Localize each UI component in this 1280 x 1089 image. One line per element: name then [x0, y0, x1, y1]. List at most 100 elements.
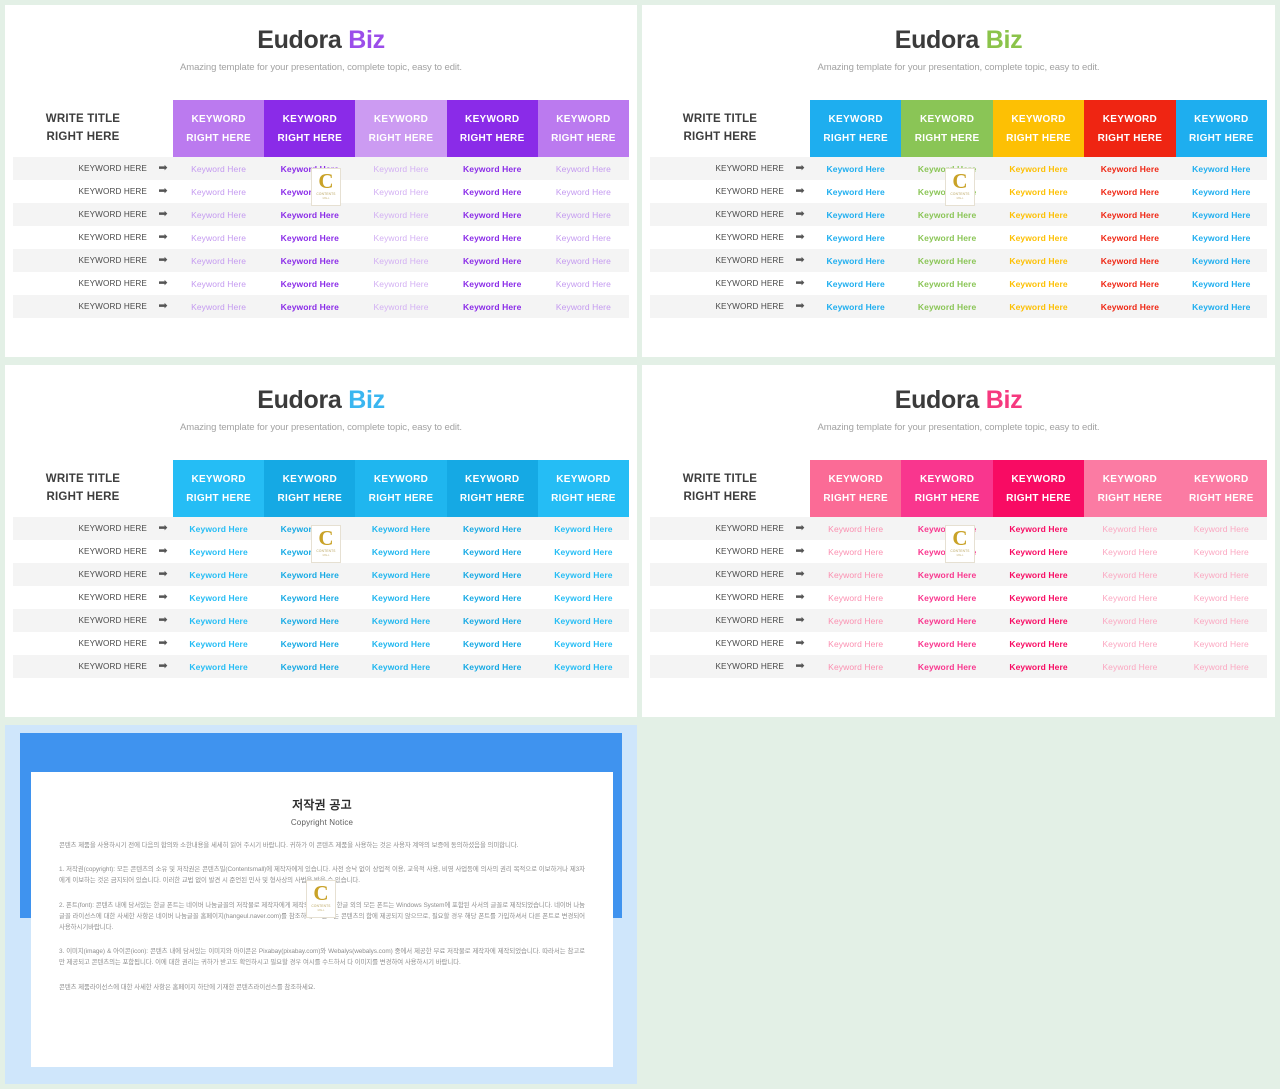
table-row[interactable]: KEYWORD HERE➡Keyword HereKeyword HereKey…	[650, 272, 1267, 295]
table-cell: Keyword Here	[1009, 232, 1068, 243]
header-cells: KEYWORD RIGHT HERE KEYWORD RIGHT HERE KEYWOR…	[810, 460, 1268, 517]
row-label: KEYWORD HERE	[78, 164, 147, 173]
table-cell: Keyword Here	[463, 615, 522, 626]
row-cells: Keyword Here Keyword Here Keyword Here Keyw…	[173, 616, 629, 626]
header-cells: KEYWORD RIGHT HERE KEYWORD RIGHT HERE KEYWOR…	[173, 100, 630, 157]
arrow-right-icon: ➡	[158, 545, 168, 557]
watermark-caption-secondary: MALL	[322, 197, 330, 201]
watermark-letter: C	[318, 168, 334, 193]
table-cell: Keyword Here	[463, 301, 522, 312]
row-label: KEYWORD HERE	[78, 662, 147, 671]
table-cell: Keyword Here	[826, 209, 885, 220]
table-cell: Keyword Here	[280, 301, 339, 312]
row-cells: Keyword Here Keyword Here Keyword Here Keyw…	[173, 593, 629, 603]
row-label: KEYWORD HERE	[78, 302, 147, 311]
table-row[interactable]: KEYWORD HERE➡Keyword HereKeyword HereKey…	[13, 609, 629, 632]
watermark-logo: C CONTENTS MALL	[311, 168, 341, 206]
table-cell: Keyword Here	[828, 523, 884, 534]
table-row[interactable]: KEYWORD HERE➡Keyword HereKeyword HereKey…	[650, 563, 1267, 586]
table-cell: Keyword Here	[917, 615, 977, 626]
table-cell: Keyword Here	[555, 163, 611, 174]
table-cell: Keyword Here	[1193, 592, 1249, 603]
slides-overview-canvas: Eudora Biz Amazing template for your pre…	[0, 0, 1280, 1089]
table-title-line1: WRITE TITLE	[682, 113, 758, 126]
keyword-table: WRITE TITLE RIGHT HERE KEYWORD RIGHT HERE…	[13, 100, 630, 318]
row-cells: Keyword Here Keyword Here Keyword Here Keyw…	[810, 302, 1267, 312]
header-cell-line1: KEYWORD	[465, 113, 520, 125]
slide-title-accent: Biz	[348, 386, 385, 414]
table-cell: Keyword Here	[191, 232, 247, 243]
table-cell: Keyword Here	[826, 278, 885, 289]
table-cell: Keyword Here	[371, 569, 431, 580]
row-cells: Keyword Here Keyword Here Keyword Here Keyw…	[810, 570, 1267, 580]
table-row[interactable]: KEYWORD HERE➡Keyword HereKeyword HereKey…	[650, 586, 1267, 609]
header-cell-line2: RIGHT HERE	[277, 132, 343, 144]
table-row[interactable]: KEYWORD HERE➡Keyword HereKeyword HereKey…	[13, 249, 629, 272]
table-cell: Keyword Here	[555, 301, 611, 312]
table-row[interactable]: KEYWORD HERE➡Keyword HereKeyword HereKey…	[13, 226, 629, 249]
table-cell: Keyword Here	[280, 638, 339, 649]
table-cell: Keyword Here	[463, 209, 522, 220]
table-header-row: WRITE TITLE RIGHT HERE KEYWORD RIGHT HERE…	[650, 100, 1268, 157]
table-row[interactable]: KEYWORD HERE➡Keyword HereKeyword HereKey…	[650, 226, 1267, 249]
table-header-cell-3: KEYWORD RIGHT HERE	[355, 460, 447, 517]
table-cell: Keyword Here	[371, 615, 431, 626]
header-cell-line1: KEYWORD	[1194, 113, 1249, 125]
keyword-table: WRITE TITLE RIGHT HERE KEYWORD RIGHT HERE…	[650, 100, 1268, 318]
table-title-line1: WRITE TITLE	[45, 113, 121, 126]
table-row[interactable]: KEYWORD HERE➡Keyword HereKeyword HereKey…	[13, 632, 629, 655]
arrow-right-icon: ➡	[795, 254, 805, 266]
table-header-cell-1: KEYWORD RIGHT HERE	[810, 100, 902, 157]
table-row[interactable]: KEYWORD HERE➡Keyword HereKeyword HereKey…	[13, 563, 629, 586]
table-row[interactable]: KEYWORD HERE➡Keyword HereKeyword HereKey…	[650, 203, 1267, 226]
table-header-cell-5: KEYWORD RIGHT HERE	[537, 100, 630, 157]
table-cell: Keyword Here	[1102, 661, 1158, 672]
table-cell: Keyword Here	[1009, 592, 1068, 603]
table-cell: Keyword Here	[1192, 255, 1251, 266]
header-spacer	[153, 100, 173, 157]
row-cells: Keyword Here Keyword Here Keyword Here Keyw…	[173, 233, 629, 243]
table-cell: Keyword Here	[828, 592, 884, 603]
watermark-letter: C	[952, 525, 968, 550]
table-row[interactable]: KEYWORD HERE➡Keyword HereKeyword HereKey…	[13, 586, 629, 609]
arrow-right-icon: ➡	[795, 300, 805, 312]
table-cell: Keyword Here	[1192, 232, 1251, 243]
table-header-cell-2: KEYWORD RIGHT HERE	[901, 100, 993, 157]
slide-blue[interactable]: Eudora Biz Amazing template for your pre…	[5, 365, 637, 717]
table-cell: Keyword Here	[917, 638, 977, 649]
table-cell: Keyword Here	[191, 278, 247, 289]
arrow-right-icon: ➡	[795, 185, 805, 197]
table-cell: Keyword Here	[1102, 592, 1158, 603]
table-cell: Keyword Here	[373, 301, 429, 312]
slide-subtitle: Amazing template for your presentation, …	[817, 61, 1100, 73]
slide-title: Eudora Biz	[642, 26, 1275, 55]
table-cell: Keyword Here	[280, 209, 339, 220]
arrow-right-icon: ➡	[795, 545, 805, 557]
table-cell: Keyword Here	[826, 163, 885, 174]
watermark-logo: C CONTENTS MALL	[945, 525, 975, 563]
table-cell: Keyword Here	[1102, 638, 1158, 649]
header-cell-line1: KEYWORD	[1011, 113, 1066, 125]
table-row[interactable]: KEYWORD HERE➡Keyword HereKeyword HereKey…	[13, 295, 629, 318]
table-title-line2: RIGHT HERE	[683, 490, 757, 503]
table-cell: Keyword Here	[1009, 615, 1068, 626]
header-cell-line1: KEYWORD	[1102, 113, 1158, 125]
table-cell: Keyword Here	[1009, 163, 1068, 174]
table-row[interactable]: KEYWORD HERE➡Keyword HereKeyword HereKey…	[650, 655, 1267, 678]
table-row[interactable]: KEYWORD HERE➡Keyword HereKeyword HereKey…	[650, 249, 1267, 272]
table-row[interactable]: KEYWORD HERE➡Keyword HereKeyword HereKey…	[13, 655, 629, 678]
table-cell: Keyword Here	[1193, 546, 1249, 557]
slide-multicolor[interactable]: Eudora Biz Amazing template for your pre…	[642, 5, 1275, 357]
table-title-cell: WRITE TITLE RIGHT HERE	[650, 460, 790, 517]
slide-purple[interactable]: Eudora Biz Amazing template for your pre…	[5, 5, 637, 357]
slide-title: Eudora Biz	[642, 386, 1275, 415]
table-row[interactable]: KEYWORD HERE ➡ Keyword HereKeyword HereKey…	[650, 295, 1267, 318]
slide-pink[interactable]: Eudora Biz Amazing template for your pre…	[642, 365, 1275, 717]
table-row[interactable]: KEYWORD HERE➡Keyword HereKeyword HereKey…	[13, 272, 629, 295]
table-row[interactable]: KEYWORD HERE➡Keyword HereKeyword HereKey…	[650, 609, 1267, 632]
table-row[interactable]: KEYWORD HERE➡Keyword HereKeyword HereKey…	[650, 632, 1267, 655]
table-row[interactable]: KEYWORD HERE➡Keyword HereKeyword HereKey…	[13, 203, 629, 226]
row-label: KEYWORD HERE	[715, 302, 784, 311]
table-cell: Keyword Here	[1192, 278, 1251, 289]
table-header-cell-2: KEYWORD RIGHT HERE	[264, 100, 356, 157]
